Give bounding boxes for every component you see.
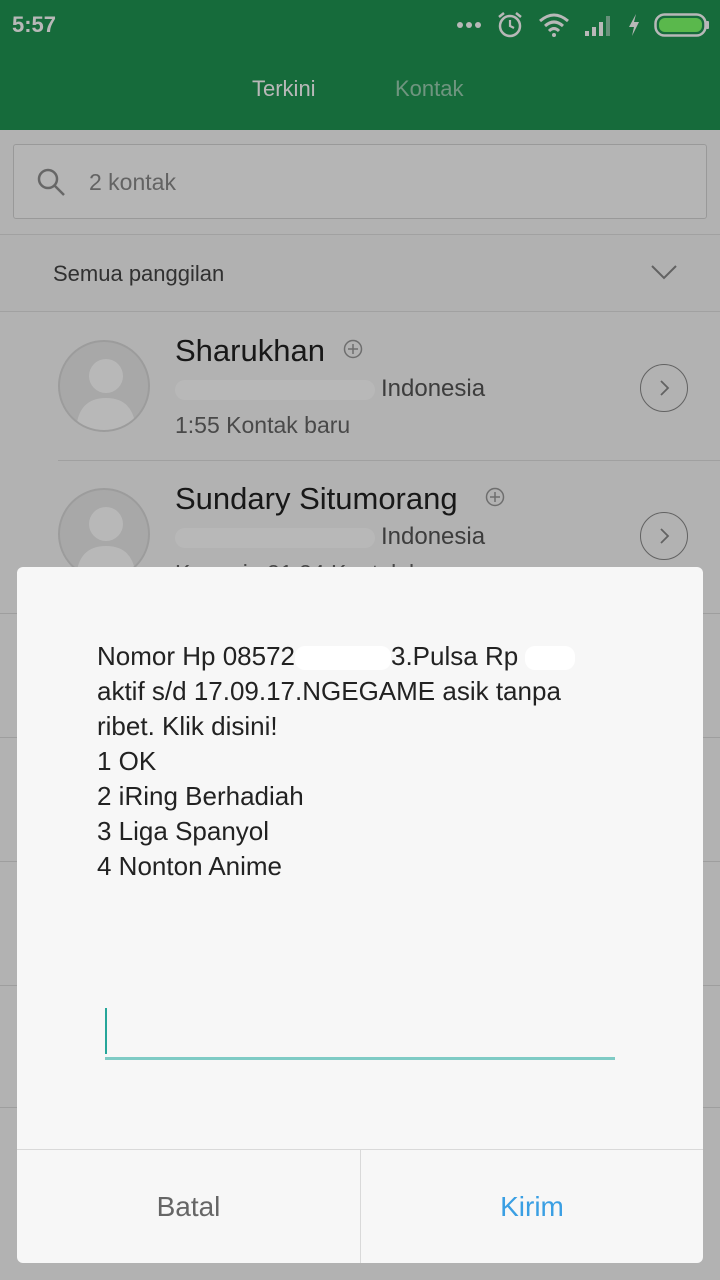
message-line: Nomor Hp 08572 3.Pulsa Rp	[97, 639, 637, 674]
menu-option: 1 OK	[97, 746, 157, 776]
reply-input[interactable]	[105, 1004, 615, 1060]
message-line: ribet. Klik disini!	[97, 711, 278, 741]
cancel-button[interactable]: Batal	[17, 1150, 360, 1263]
reply-field[interactable]	[105, 1004, 615, 1060]
menu-option: 4 Nonton Anime	[97, 851, 283, 881]
menu-option: 2 iRing Berhadiah	[97, 781, 304, 811]
send-button[interactable]: Kirim	[360, 1150, 703, 1263]
ussd-dialog: Nomor Hp 08572 3.Pulsa Rp aktif s/d 17.09…	[17, 567, 703, 1263]
redacted-balance	[525, 646, 576, 671]
text-caret	[105, 1008, 107, 1054]
menu-option: 3 Liga Spanyol	[97, 816, 270, 846]
message-line: aktif s/d 17.09.17.NGEGAME asik tanpa	[97, 676, 561, 706]
dialog-actions: Batal Kirim	[17, 1149, 703, 1263]
redacted-number	[295, 646, 391, 671]
ussd-message: Nomor Hp 08572 3.Pulsa Rp aktif s/d 17.09…	[97, 639, 637, 884]
